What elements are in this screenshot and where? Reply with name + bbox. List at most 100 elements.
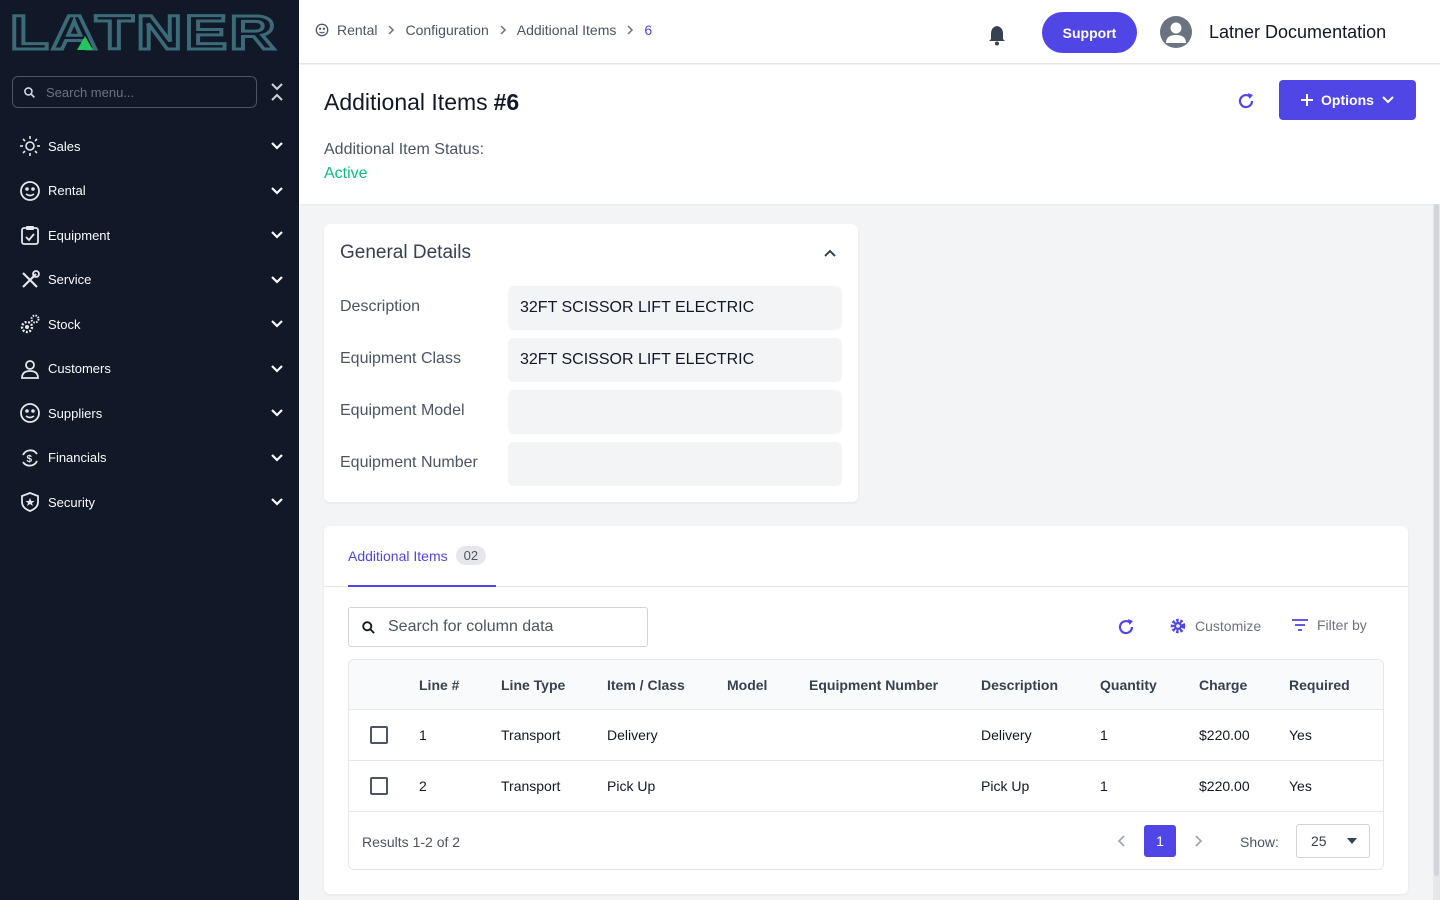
logo-text: LATNER (10, 12, 278, 52)
col-line-type[interactable]: Line Type (501, 677, 565, 693)
chevron-down-icon (271, 364, 283, 373)
row-checkbox[interactable] (370, 777, 388, 795)
svg-text:$: $ (27, 454, 33, 465)
sidebar-item-financials[interactable]: $ Financials (0, 436, 299, 481)
cell-required: Yes (1289, 727, 1312, 743)
sidebar-item-sales[interactable]: Sales (0, 124, 299, 169)
page-size-select[interactable]: 25 (1296, 824, 1370, 858)
options-label: Options (1321, 92, 1374, 108)
breadcrumb-rental[interactable]: Rental (337, 22, 377, 38)
caret-down-icon (1347, 838, 1357, 844)
col-quantity[interactable]: Quantity (1100, 677, 1157, 693)
sidebar-item-service[interactable]: Service (0, 258, 299, 303)
page-number-button[interactable]: 1 (1144, 825, 1176, 857)
row-checkbox[interactable] (370, 726, 388, 744)
sidebar-item-customers[interactable]: Customers (0, 347, 299, 392)
sidebar-item-security[interactable]: Security (0, 480, 299, 525)
table-refresh-icon[interactable] (1116, 617, 1136, 637)
results-count: Results 1-2 of 2 (362, 834, 461, 850)
status-label: Additional Item Status: (324, 141, 485, 158)
record-number: #6 (493, 89, 520, 115)
latner-logo[interactable]: LATNER (10, 12, 280, 52)
customize-label: Customize (1195, 618, 1262, 634)
sidebar-item-label: Sales (48, 138, 81, 154)
status-value: Active (324, 165, 368, 182)
currency-icon: $ (19, 447, 41, 469)
cell-charge: $220.00 (1199, 778, 1250, 794)
search-icon (24, 86, 35, 98)
customize-button[interactable]: Customize (1169, 617, 1261, 635)
page-scrollbar[interactable] (1433, 204, 1440, 900)
user-icon (19, 358, 41, 380)
chevron-up-icon[interactable] (822, 245, 838, 261)
col-model[interactable]: Model (727, 677, 767, 693)
sidebar-item-equipment[interactable]: Equipment (0, 213, 299, 258)
bell-icon[interactable] (987, 24, 1007, 46)
col-description[interactable]: Description (981, 677, 1058, 693)
column-search-box (348, 607, 648, 647)
col-item-class[interactable]: Item / Class (607, 677, 685, 693)
page-title-text: Additional Items (324, 89, 488, 115)
column-search-input[interactable] (388, 618, 638, 636)
sidebar-item-stock[interactable]: Stock (0, 302, 299, 347)
sales-sun-icon (19, 135, 41, 157)
rental-face-icon (315, 23, 329, 37)
table-row[interactable]: 2 Transport Pick Up Pick Up 1 $220.00 Ye… (349, 761, 1383, 812)
show-label: Show: (1240, 834, 1279, 850)
col-required[interactable]: Required (1289, 677, 1350, 693)
cell-line-number: 2 (419, 778, 427, 794)
sidebar-item-label: Suppliers (48, 405, 103, 421)
chevron-right-icon (627, 25, 634, 35)
collapse-sidebar-icon[interactable] (268, 82, 286, 102)
support-button[interactable]: Support (1042, 12, 1137, 53)
refresh-icon[interactable] (1236, 91, 1256, 111)
chevron-down-icon (271, 498, 283, 506)
page-header: Additional Items #6 Options Additional It… (299, 65, 1440, 204)
chevron-right-icon[interactable] (1192, 834, 1204, 848)
cell-quantity: 1 (1100, 778, 1108, 794)
clipboard-icon (19, 224, 41, 246)
cell-line-type: Transport (501, 778, 561, 794)
general-details-card: General Details Description 32FT SCISSOR… (324, 224, 858, 502)
table-footer: Results 1-2 of 2 1 Show: 25 (349, 813, 1383, 869)
supplier-face-icon (19, 402, 41, 424)
cell-item-class: Delivery (607, 727, 658, 743)
sidebar-item-label: Customers (48, 361, 111, 377)
chevron-down-icon (271, 186, 283, 195)
cell-description: Delivery (981, 727, 1032, 743)
sidebar-item-rental[interactable]: Rental (0, 169, 299, 214)
cell-line-type: Transport (501, 727, 561, 743)
col-line-number[interactable]: Line # (419, 677, 459, 693)
user-avatar-icon (1166, 22, 1186, 43)
tools-icon (19, 269, 41, 291)
breadcrumb-configuration[interactable]: Configuration (405, 22, 488, 38)
user-name[interactable]: Latner Documentation (1209, 22, 1386, 43)
menu-search-input[interactable] (46, 84, 236, 100)
chevron-left-icon[interactable] (1116, 834, 1128, 848)
filter-button[interactable]: Filter by (1292, 617, 1367, 633)
breadcrumb-additional-items[interactable]: Additional Items (517, 22, 617, 38)
breadcrumb-current: 6 (644, 22, 653, 38)
cell-required: Yes (1289, 778, 1312, 794)
equipment-class-value: 32FT SCISSOR LIFT ELECTRIC (508, 338, 842, 382)
field-label: Equipment Model (340, 402, 465, 419)
chevron-right-icon (500, 25, 506, 35)
options-button[interactable]: Options (1279, 80, 1416, 120)
gears-icon (19, 313, 41, 335)
col-charge[interactable]: Charge (1199, 677, 1247, 693)
avatar[interactable] (1160, 16, 1192, 48)
chevron-down-icon (271, 320, 283, 328)
filter-label: Filter by (1317, 617, 1367, 633)
sidebar: LATNER Sales Rental Equipment Service (0, 0, 299, 900)
field-label: Equipment Number (340, 454, 478, 471)
equipment-number-value (508, 442, 842, 486)
sidebar-item-suppliers[interactable]: Suppliers (0, 391, 299, 436)
field-equipment-class: Equipment Class 32FT SCISSOR LIFT ELECTR… (340, 338, 842, 382)
chevron-right-icon (388, 25, 395, 35)
scrollbar-thumb[interactable] (1434, 204, 1439, 876)
chevron-down-icon (1382, 96, 1394, 104)
table-row[interactable]: 1 Transport Delivery Delivery 1 $220.00 … (349, 710, 1383, 761)
menu-search-box (12, 76, 257, 108)
tab-additional-items[interactable]: Additional Items 02 (348, 526, 496, 587)
col-equipment-number[interactable]: Equipment Number (809, 677, 938, 693)
